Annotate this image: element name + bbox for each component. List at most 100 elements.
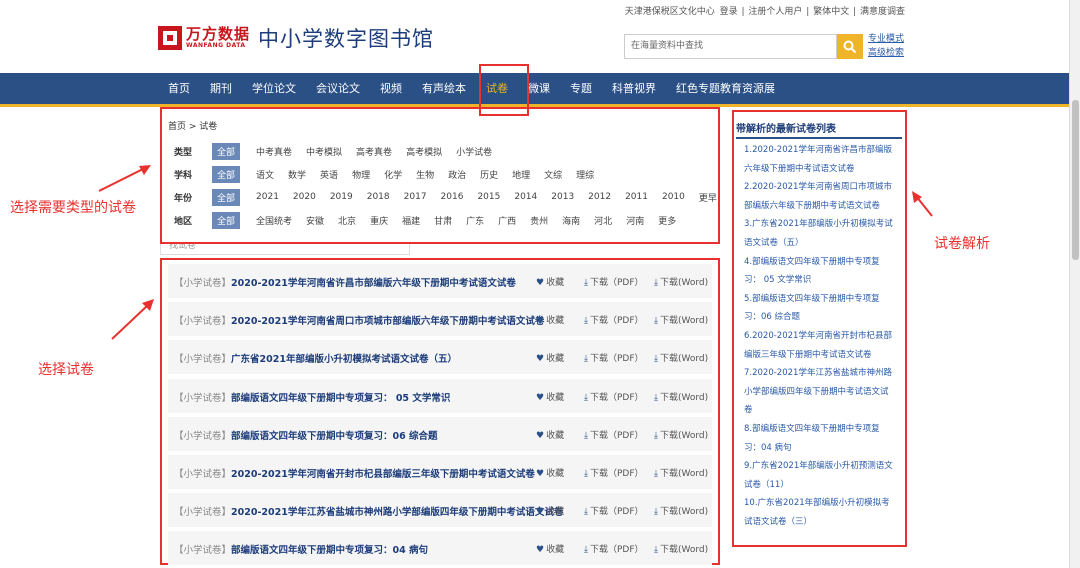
- filter-option[interactable]: 河南: [626, 214, 644, 227]
- filter-option[interactable]: 化学: [384, 168, 402, 181]
- paper-title-text[interactable]: 部编版语文四年级下册期中专项复习：04 病句: [231, 545, 428, 556]
- paper-title[interactable]: 【小学试卷】2020-2021学年河南省许昌市部编版六年级下册期中考试语文试卷: [174, 275, 516, 289]
- nav-item[interactable]: 会议论文: [306, 73, 370, 104]
- paper-title-text[interactable]: 2020-2021学年河南省周口市项城市部编版六年级下册期中考试语文试卷: [231, 316, 544, 327]
- filter-option[interactable]: 2015: [477, 192, 500, 202]
- filter-option[interactable]: 广东: [466, 214, 484, 227]
- paper-title-text[interactable]: 部编版语文四年级下册期中专项复习：06 综合题: [231, 431, 438, 442]
- side-list-line[interactable]: 习：04 病句: [744, 439, 902, 458]
- filter-option[interactable]: 北京: [338, 214, 356, 227]
- side-list-line[interactable]: 5.部编版语文四年级下册期中专项复: [744, 290, 902, 309]
- nav-item[interactable]: 学位论文: [242, 73, 306, 104]
- download-word-button[interactable]: ⤓ 下载(Word): [654, 428, 708, 441]
- filter-option[interactable]: 生物: [416, 168, 434, 181]
- side-list-line[interactable]: 语文试卷（五）: [744, 234, 902, 253]
- filter-option[interactable]: 全部: [212, 211, 241, 229]
- side-list-line[interactable]: 部编版六年级下册期中考试语文试卷: [744, 197, 902, 216]
- collect-button[interactable]: ♥ 收藏: [536, 351, 564, 364]
- filter-option[interactable]: 全部: [212, 142, 241, 160]
- side-list-line[interactable]: 习： 05 文学常识: [744, 271, 902, 290]
- filter-option[interactable]: 2019: [330, 192, 353, 202]
- filter-option[interactable]: 全国统考: [256, 214, 292, 227]
- filter-option[interactable]: 英语: [320, 168, 338, 181]
- side-list-line[interactable]: 8.部编版语文四年级下册期中专项复: [744, 420, 902, 439]
- nav-item[interactable]: 有声绘本: [412, 73, 476, 104]
- filter-option[interactable]: 贵州: [530, 214, 548, 227]
- collect-button[interactable]: ♥ 收藏: [536, 275, 564, 288]
- download-pdf-button[interactable]: ⤓ 下载（PDF）: [584, 275, 644, 288]
- download-word-button[interactable]: ⤓ 下载(Word): [654, 504, 708, 517]
- register-link[interactable]: 注册个人用户: [748, 7, 802, 17]
- download-word-button[interactable]: ⤓ 下载(Word): [654, 351, 708, 364]
- list-item[interactable]: 【小学试卷】广东省2021年部编版小升初模拟考试语文试卷（五） ♥ 收藏 ⤓ 下载（PD…: [168, 340, 712, 375]
- filter-option[interactable]: 中考真卷: [256, 145, 292, 158]
- filter-option[interactable]: 2010: [662, 192, 685, 202]
- filter-option[interactable]: 高考模拟: [406, 145, 442, 158]
- filter-option[interactable]: 2014: [514, 192, 537, 202]
- paper-title[interactable]: 【小学试卷】2020-2021学年河南省周口市项城市部编版六年级下册期中考试语文…: [174, 313, 544, 327]
- filter-option[interactable]: 2016: [441, 192, 464, 202]
- nav-item[interactable]: 首页: [158, 73, 200, 104]
- paper-title[interactable]: 【小学试卷】部编版语文四年级下册期中专项复习：06 综合题: [174, 428, 438, 442]
- filter-option[interactable]: 河北: [594, 214, 612, 227]
- filter-option[interactable]: 文综: [544, 168, 562, 181]
- pro-mode-link[interactable]: 专业模式: [868, 32, 904, 46]
- filter-option[interactable]: 甘肃: [434, 214, 452, 227]
- filter-option[interactable]: 2013: [551, 192, 574, 202]
- list-item[interactable]: 【小学试卷】2020-2021学年河南省开封市杞县部编版三年级下册期中考试语文试…: [168, 455, 712, 489]
- side-list-line[interactable]: 卷: [744, 401, 902, 420]
- side-list-line[interactable]: 10.广东省2021年部编版小升初模拟考: [744, 494, 902, 513]
- filter-option[interactable]: 政治: [448, 168, 466, 181]
- side-list-line[interactable]: 六年级下册期中考试语文试卷: [744, 160, 902, 179]
- nav-item[interactable]: 科普视界: [602, 73, 666, 104]
- collect-button[interactable]: ♥ 收藏: [536, 390, 564, 403]
- login-link[interactable]: 登录: [720, 7, 738, 17]
- list-item[interactable]: 【小学试卷】部编版语文四年级下册期中专项复习： 05 文学常识 ♥ 收藏 ⤓ 下载（PD…: [168, 378, 712, 413]
- paper-title-text[interactable]: 部编版语文四年级下册期中专项复习： 05 文学常识: [231, 393, 450, 404]
- nav-item[interactable]: 红色专题教育资源展: [666, 73, 785, 104]
- collect-button[interactable]: ♥ 收藏: [536, 504, 564, 517]
- download-pdf-button[interactable]: ⤓ 下载（PDF）: [584, 466, 644, 479]
- filter-option[interactable]: 全部: [212, 165, 241, 183]
- collect-button[interactable]: ♥ 收藏: [536, 313, 564, 326]
- download-word-button[interactable]: ⤓ 下载(Word): [654, 390, 708, 403]
- side-list-line[interactable]: 习：06 综合题: [744, 308, 902, 327]
- list-item[interactable]: 【小学试卷】2020-2021学年河南省周口市项城市部编版六年级下册期中考试语文…: [168, 302, 712, 337]
- traditional-link[interactable]: 繁体中文: [813, 7, 849, 17]
- side-list-line[interactable]: 编版三年级下册期中考试语文试卷: [744, 346, 902, 365]
- nav-item[interactable]: 视频: [370, 73, 412, 104]
- side-list-line[interactable]: 试语文试卷（三）: [744, 513, 902, 532]
- filter-option[interactable]: 地理: [512, 168, 530, 181]
- search-input[interactable]: 在海量资料中查找: [624, 34, 837, 59]
- advanced-search-link[interactable]: 高级检索: [868, 46, 904, 60]
- collect-button[interactable]: ♥ 收藏: [536, 428, 564, 441]
- download-pdf-button[interactable]: ⤓ 下载（PDF）: [584, 390, 644, 403]
- download-pdf-button[interactable]: ⤓ 下载（PDF）: [584, 428, 644, 441]
- collect-button[interactable]: ♥ 收藏: [536, 542, 564, 555]
- list-item[interactable]: 【小学试卷】2020-2021学年河南省许昌市部编版六年级下册期中考试语文试卷 ♥…: [168, 264, 712, 298]
- filter-option[interactable]: 2018: [367, 192, 390, 202]
- list-item[interactable]: 【小学试卷】2020-2021学年江苏省盐城市神州路小学部编版四年级下册期中考试…: [168, 493, 712, 528]
- list-item[interactable]: 【小学试卷】部编版语文四年级下册期中专项复习：06 综合题 ♥ 收藏 ⤓ 下载（PDF）…: [168, 416, 712, 451]
- filter-option[interactable]: 更早: [699, 191, 717, 204]
- filter-option[interactable]: 理综: [576, 168, 594, 181]
- download-pdf-button[interactable]: ⤓ 下载（PDF）: [584, 351, 644, 364]
- filter-option[interactable]: 高考真卷: [356, 145, 392, 158]
- list-item[interactable]: 【小学试卷】部编版语文四年级下册期中专项复习：04 病句 ♥ 收藏 ⤓ 下载（PDF） ⤓…: [168, 531, 712, 566]
- download-pdf-button[interactable]: ⤓ 下载（PDF）: [584, 313, 644, 326]
- filter-option[interactable]: 更多: [658, 214, 676, 227]
- side-list-line[interactable]: 1.2020-2021学年河南省许昌市部编版: [744, 141, 902, 160]
- scrollbar-thumb[interactable]: [1072, 100, 1079, 260]
- side-list-line[interactable]: 2.2020-2021学年河南省周口市项城市: [744, 178, 902, 197]
- filter-option[interactable]: 重庆: [370, 214, 388, 227]
- filter-option[interactable]: 2011: [625, 192, 648, 202]
- filter-option[interactable]: 广西: [498, 214, 516, 227]
- survey-link[interactable]: 满意度调查: [860, 7, 905, 17]
- filter-option[interactable]: 安徽: [306, 214, 324, 227]
- filter-option[interactable]: 2017: [404, 192, 427, 202]
- filter-option[interactable]: 2021: [256, 192, 279, 202]
- side-list-line[interactable]: 7.2020-2021学年江苏省盐城市神州路: [744, 364, 902, 383]
- paper-title-text[interactable]: 2020-2021学年江苏省盐城市神州路小学部编版四年级下册期中考试语文试卷: [231, 507, 563, 518]
- side-list-line[interactable]: 小学部编版四年级下册期中考试语文试: [744, 383, 902, 402]
- paper-title[interactable]: 【小学试卷】2020-2021学年江苏省盐城市神州路小学部编版四年级下册期中考试…: [174, 504, 563, 518]
